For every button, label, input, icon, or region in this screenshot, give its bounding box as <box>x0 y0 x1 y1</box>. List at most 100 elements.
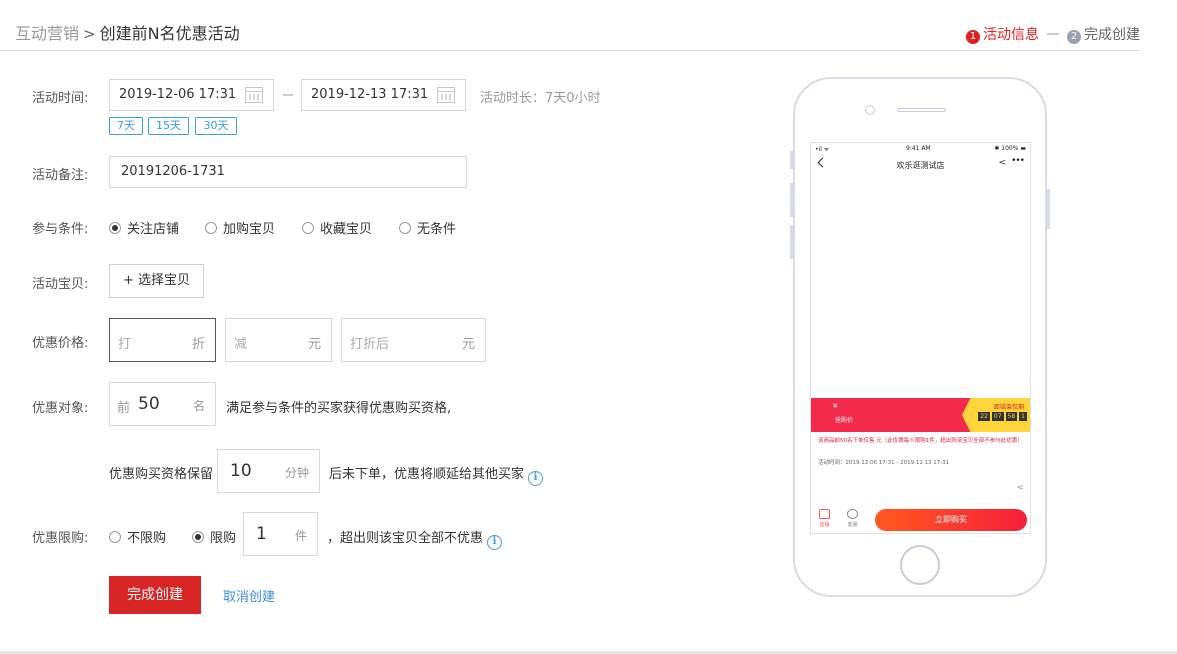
submit-button[interactable]: 完成创建 <box>109 576 201 614</box>
minus-amount-input[interactable]: 减 元 <box>225 318 332 362</box>
condition-follow-shop-radio[interactable]: 关注店铺 <box>109 218 179 237</box>
buy-now-button: 立即购买 <box>875 509 1027 531</box>
store-tab-label: 店铺 <box>819 522 830 528</box>
top-n-value: 50 <box>138 394 160 414</box>
condition-none-radio[interactable]: 无条件 <box>399 218 456 237</box>
service-tab: 客服 <box>847 509 858 528</box>
target-description: 满足参与条件的买家获得优惠购买资格, <box>226 401 452 416</box>
countdown-digit: 58 <box>1005 412 1018 421</box>
promo-banner: ¥ 抢购价 距结束仅剩 22 07 58 1 <box>811 398 1030 432</box>
store-tab: 店铺 <box>819 509 830 528</box>
radio-dot <box>302 221 314 234</box>
promo-tag: 抢购价 <box>835 417 854 424</box>
radio-dot <box>109 221 121 234</box>
no-limit-radio[interactable]: 不限购 <box>109 527 166 546</box>
radio-dot <box>205 221 217 234</box>
page-title: 创建前N名优惠活动 <box>99 24 240 43</box>
calendar-icon[interactable] <box>437 87 455 103</box>
end-date-input[interactable]: 2019-12-13 17:31 <box>301 79 466 111</box>
final-price-unit: 元 <box>461 337 475 352</box>
minus-unit: 元 <box>307 337 321 352</box>
cancel-link[interactable]: 取消创建 <box>223 586 275 605</box>
price-label: 优惠价格: <box>32 336 89 351</box>
countdown-title: 距结束仅剩 <box>993 404 1024 411</box>
minus-placeholder: 减 <box>234 337 248 352</box>
info-icon[interactable]: i <box>528 471 544 486</box>
select-items-button[interactable]: + 选择宝贝 <box>109 264 204 298</box>
more-icon: ••• <box>1011 156 1025 166</box>
limit-quantity-value: 1 <box>256 524 267 544</box>
radio-label: 加购宝贝 <box>223 222 276 237</box>
info-icon[interactable]: i <box>487 535 503 550</box>
store-icon <box>819 509 830 519</box>
phone-side-button <box>790 225 793 259</box>
countdown-digit: 07 <box>991 412 1004 421</box>
remark-label: 活动备注: <box>32 168 89 183</box>
phone-home-button <box>900 545 940 585</box>
top-n-input[interactable]: 前 50 名 <box>109 382 216 426</box>
top-n-unit: 名 <box>192 399 205 413</box>
phone-screen: •ıl ᯤ 9:41 AM ✱ 100% ▬ 欢乐逛测试店 < ••• ¥ 抢购… <box>810 142 1031 534</box>
breadcrumb-separator: > <box>83 25 96 43</box>
breadcrumb: 互动营销 > 创建前N名优惠活动 <box>15 20 240 44</box>
radio-dot <box>192 530 204 543</box>
quick-7-days-button[interactable]: 7天 <box>109 117 143 135</box>
step-label: 完成创建 <box>1084 27 1140 43</box>
phone-side-button <box>790 183 793 217</box>
calendar-icon[interactable] <box>245 87 263 103</box>
quick-30-days-button[interactable]: 30天 <box>195 117 237 135</box>
final-price-placeholder: 打折后 <box>350 337 390 352</box>
countdown-digit: 1 <box>1019 412 1027 421</box>
reserve-minutes-input[interactable]: 10 分钟 <box>217 449 320 493</box>
promo-yen: ¥ <box>833 402 838 410</box>
countdown: 22 07 58 1 <box>978 412 1027 421</box>
battery-icon: ✱ 100% ▬ <box>994 145 1026 152</box>
end-date-value: 2019-12-13 17:31 <box>311 87 429 102</box>
reserve-description: 后未下单，优惠将顺延给其他买家 i <box>329 463 544 486</box>
radio-label: 收藏宝贝 <box>320 222 373 237</box>
quick-15-days-button[interactable]: 15天 <box>148 117 189 135</box>
phone-side-button <box>1047 189 1050 229</box>
date-range-dash <box>283 94 293 96</box>
phone-side-button <box>790 151 793 169</box>
start-date-value: 2019-12-06 17:31 <box>119 87 237 102</box>
step-indicator: 1 活动信息 2 完成创建 <box>966 24 1140 44</box>
reserve-minutes-unit: 分钟 <box>284 466 309 480</box>
share-icon: < <box>1016 483 1024 493</box>
target-label: 优惠对象: <box>32 401 89 416</box>
radio-dot <box>109 530 121 543</box>
start-date-input[interactable]: 2019-12-06 17:31 <box>109 79 274 111</box>
service-icon <box>847 509 858 519</box>
share-icon: < <box>998 158 1006 168</box>
condition-favorite-radio[interactable]: 收藏宝贝 <box>302 218 372 237</box>
limit-quantity-input[interactable]: 1 件 <box>243 512 318 556</box>
final-price-input[interactable]: 打折后 元 <box>341 318 486 362</box>
countdown-digit: 22 <box>978 412 990 421</box>
phone-speaker <box>897 108 946 112</box>
phone-preview: •ıl ᯤ 9:41 AM ✱ 100% ▬ 欢乐逛测试店 < ••• ¥ 抢购… <box>790 77 1050 597</box>
step-connector <box>1047 33 1059 35</box>
service-tab-label: 客服 <box>847 522 858 528</box>
breadcrumb-parent[interactable]: 互动营销 <box>15 24 79 43</box>
step-label: 活动信息 <box>983 27 1039 43</box>
remark-input[interactable]: 20191206-1731 <box>109 156 467 188</box>
phone-camera <box>865 105 875 115</box>
limit-label: 优惠限购: <box>32 531 89 546</box>
condition-add-cart-radio[interactable]: 加购宝贝 <box>205 218 275 237</box>
phone-nav-bar: 欢乐逛测试店 < ••• <box>811 155 1030 175</box>
items-label: 活动宝贝: <box>32 277 89 292</box>
top-n-prefix: 前 <box>117 401 131 416</box>
radio-label: 无条件 <box>417 222 457 237</box>
status-time: 9:41 AM <box>906 145 931 152</box>
limit-quantity-unit: 件 <box>294 529 307 543</box>
limit-radio[interactable]: 限购 <box>192 527 236 546</box>
radio-label: 关注店铺 <box>127 222 180 237</box>
limit-description: ，超出则该宝贝全部不优惠 i <box>327 527 503 550</box>
discount-input[interactable]: 打 折 <box>109 318 216 362</box>
radio-label: 不限购 <box>127 531 167 546</box>
limit-description-text: ，超出则该宝贝全部不优惠 <box>327 531 484 546</box>
radio-dot <box>399 221 411 234</box>
shop-title: 欢乐逛测试店 <box>896 161 945 170</box>
page-header: 互动营销 > 创建前N名优惠活动 1 活动信息 2 完成创建 <box>0 0 1140 51</box>
discount-placeholder: 打 <box>118 337 132 352</box>
